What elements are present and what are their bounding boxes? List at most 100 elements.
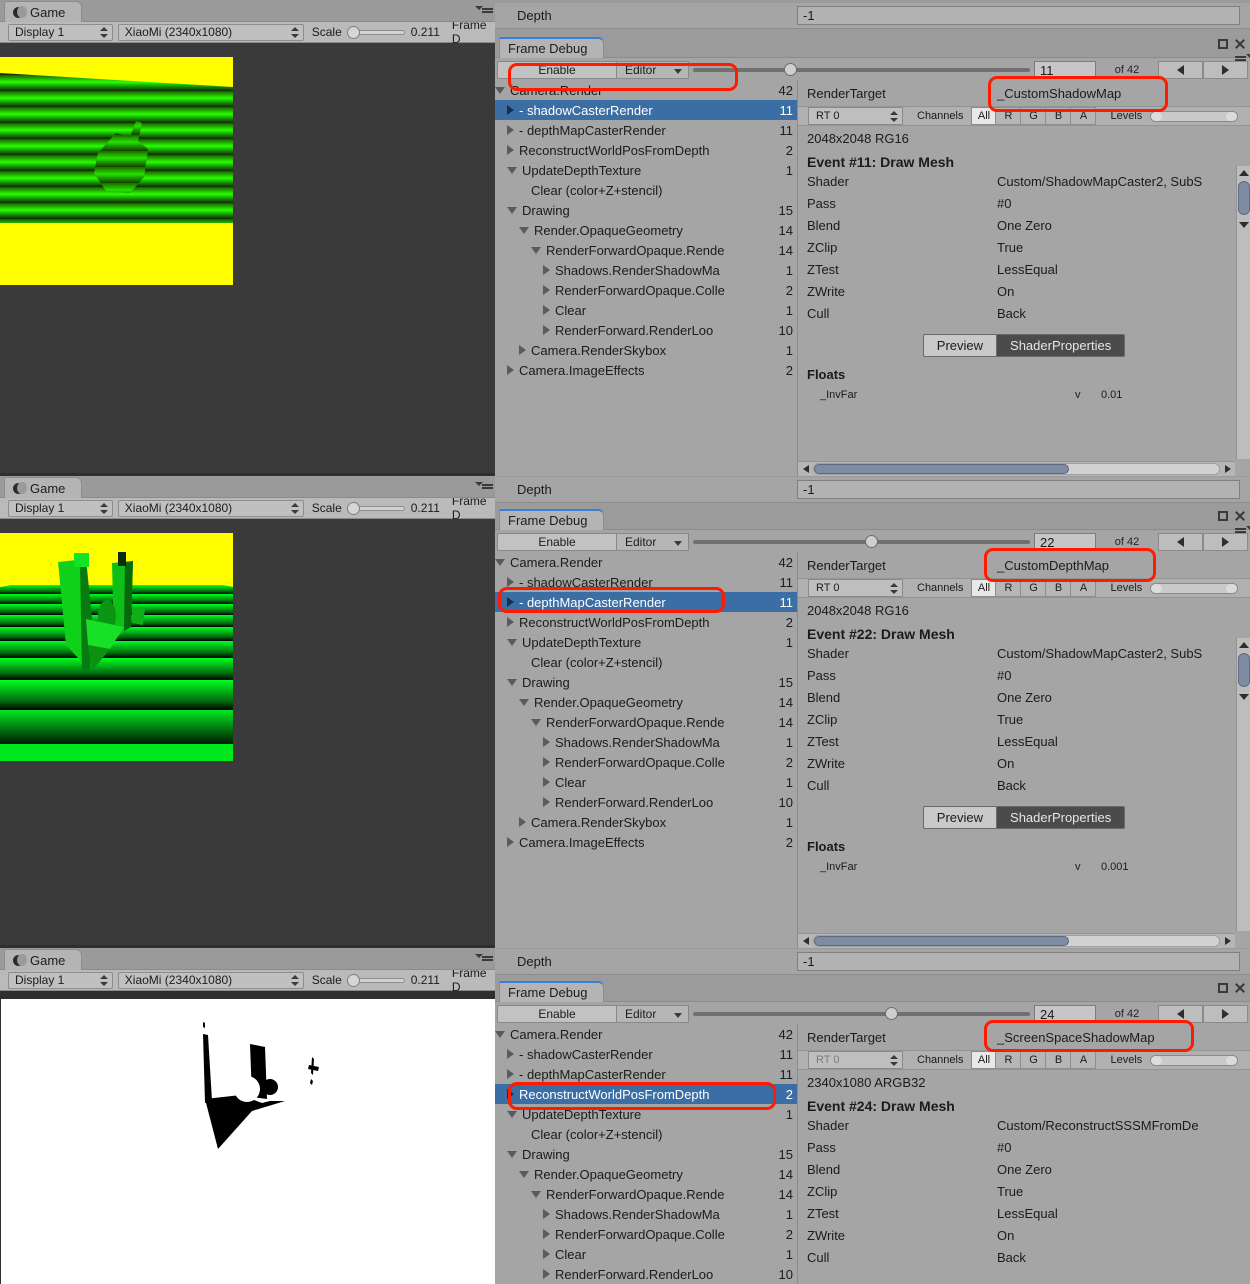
rt-selector-3[interactable]: RT 0 [808, 1051, 903, 1069]
tab-game-3[interactable]: Game [4, 949, 83, 970]
fd-enable-button-1[interactable]: Enable [497, 61, 617, 79]
tree-row[interactable]: Camera.RenderSkybox 1 [495, 340, 797, 360]
tab-frame-debug-1[interactable]: Frame Debug [499, 37, 605, 58]
tree-row[interactable]: - shadowCasterRender 11 [495, 1044, 797, 1064]
fd-event-number-1[interactable]: 11 [1034, 61, 1096, 79]
fd-target-dropdown-2[interactable]: Editor [617, 533, 689, 551]
channel-g-button-3[interactable]: G [1021, 1051, 1047, 1069]
detail-vscrollbar-1[interactable] [1236, 166, 1250, 459]
fd-next-event-button-1[interactable] [1203, 61, 1248, 79]
channel-r-button-3[interactable]: R [996, 1051, 1022, 1069]
levels-slider-3[interactable] [1150, 1054, 1239, 1066]
rt-selector-1[interactable]: RT 0 [808, 107, 903, 125]
fd-event-tree-2[interactable]: Camera.Render 42- shadowCasterRender 11- d… [495, 552, 798, 948]
chevron-down-icon[interactable] [495, 558, 505, 566]
chevron-right-icon[interactable] [543, 305, 550, 315]
fd-enable-button-2[interactable]: Enable [497, 533, 617, 551]
tree-row[interactable]: Render.OpaqueGeometry 14 [495, 692, 797, 712]
channel-b-button-3[interactable]: B [1046, 1051, 1072, 1069]
chevron-right-icon[interactable] [543, 737, 550, 747]
chevron-right-icon[interactable] [507, 577, 514, 587]
resolution-dropdown-2[interactable]: XiaoMi (2340x1080) [117, 499, 304, 517]
chevron-right-icon[interactable] [519, 345, 526, 355]
shaderproperties-tab-2[interactable]: ShaderProperties [997, 806, 1126, 829]
tree-row[interactable]: Camera.Render 42 [495, 80, 797, 100]
chevron-down-icon[interactable] [495, 86, 505, 94]
chevron-right-icon[interactable] [543, 757, 550, 767]
fd-target-dropdown-1[interactable]: Editor [617, 61, 689, 79]
tree-row[interactable]: Drawing 15 [495, 672, 797, 692]
chevron-down-icon[interactable] [531, 246, 541, 254]
panel-menu-icon[interactable] [475, 478, 493, 490]
scroll-down-icon[interactable] [1237, 218, 1250, 231]
chevron-right-icon[interactable] [519, 817, 526, 827]
tree-row[interactable]: Clear 1 [495, 772, 797, 792]
rt-selector-2[interactable]: RT 0 [808, 579, 903, 597]
scroll-up-icon[interactable] [1237, 638, 1250, 651]
tree-row[interactable]: Camera.ImageEffects 2 [495, 360, 797, 380]
fd-target-dropdown-3[interactable]: Editor [617, 1005, 689, 1023]
tree-row[interactable]: Camera.Render 42 [495, 1024, 797, 1044]
chevron-right-icon[interactable] [543, 325, 550, 335]
game-canvas-2[interactable] [0, 519, 497, 945]
tree-row[interactable]: ReconstructWorldPosFromDepth 2 [495, 140, 797, 160]
hscroll-track[interactable] [813, 463, 1220, 475]
tree-row[interactable]: Shadows.RenderShadowMa 1 [495, 732, 797, 752]
tab-game-1[interactable]: Game [4, 1, 83, 22]
scroll-left-icon[interactable] [798, 462, 813, 476]
scroll-right-icon[interactable] [1220, 934, 1235, 948]
detail-vscrollbar-2[interactable] [1236, 638, 1250, 931]
fd-window-buttons-2[interactable] [1218, 510, 1246, 522]
hscroll-thumb[interactable] [814, 464, 1070, 474]
chevron-down-icon[interactable] [519, 698, 529, 706]
chevron-right-icon[interactable] [507, 597, 514, 607]
tree-row[interactable]: - depthMapCasterRender 11 [495, 592, 797, 612]
scroll-left-icon[interactable] [798, 934, 813, 948]
tree-row[interactable]: RenderForwardOpaque.Colle 2 [495, 752, 797, 772]
tree-row[interactable]: Drawing 15 [495, 200, 797, 220]
fd-event-slider-2[interactable] [693, 533, 1030, 551]
chevron-down-icon[interactable] [507, 1110, 517, 1118]
chevron-down-icon[interactable] [507, 638, 517, 646]
maximize-icon[interactable] [1218, 39, 1228, 49]
tree-row[interactable]: Camera.RenderSkybox 1 [495, 812, 797, 832]
shaderproperties-tab-1[interactable]: ShaderProperties [997, 334, 1126, 357]
tree-row[interactable]: Shadows.RenderShadowMa 1 [495, 260, 797, 280]
tree-row[interactable]: Clear (color+Z+stencil) [495, 652, 797, 672]
fd-prev-event-button-1[interactable] [1158, 61, 1203, 79]
tree-row[interactable]: Camera.Render 42 [495, 552, 797, 572]
maximize-icon[interactable] [1218, 511, 1228, 521]
tree-row[interactable]: Clear (color+Z+stencil) [495, 180, 797, 200]
depth-value-field[interactable]: -1 [797, 6, 1240, 25]
chevron-right-icon[interactable] [507, 365, 514, 375]
tree-row[interactable]: Clear 1 [495, 300, 797, 320]
chevron-down-icon[interactable] [507, 166, 517, 174]
close-icon[interactable] [1234, 510, 1246, 522]
maximize-icon[interactable] [1218, 983, 1228, 993]
vscroll-thumb[interactable] [1238, 653, 1250, 687]
tree-row[interactable]: Render.OpaqueGeometry 14 [495, 220, 797, 240]
tree-row[interactable]: - shadowCasterRender 11 [495, 572, 797, 592]
tree-row[interactable]: Render.OpaqueGeometry 14 [495, 1164, 797, 1184]
game-canvas-3[interactable] [0, 991, 497, 1284]
fd-event-tree-3[interactable]: Camera.Render 42- shadowCasterRender 11- d… [495, 1024, 798, 1284]
channel-a-button-1[interactable]: A [1071, 107, 1097, 125]
tree-row[interactable]: RenderForwardOpaque.Rende 14 [495, 240, 797, 260]
tree-row[interactable]: - depthMapCasterRender 11 [495, 120, 797, 140]
scale-slider-2[interactable] [346, 501, 405, 515]
tab-frame-debug-3[interactable]: Frame Debug [499, 981, 605, 1002]
preview-tab-2[interactable]: Preview [922, 806, 998, 829]
panel-window-buttons-1[interactable] [475, 2, 493, 14]
chevron-down-icon[interactable] [519, 1170, 529, 1178]
chevron-right-icon[interactable] [543, 1269, 550, 1279]
resolution-dropdown-3[interactable]: XiaoMi (2340x1080) [117, 971, 304, 989]
tree-row[interactable]: Clear 1 [495, 1244, 797, 1264]
display-dropdown-2[interactable]: Display 1 [8, 499, 113, 517]
channel-a-button-2[interactable]: A [1071, 579, 1097, 597]
hscroll-thumb[interactable] [814, 936, 1070, 946]
tree-row[interactable]: RenderForwardOpaque.Colle 2 [495, 280, 797, 300]
tree-row[interactable]: RenderForwardOpaque.Rende 14 [495, 712, 797, 732]
channel-b-button-1[interactable]: B [1046, 107, 1072, 125]
channel-r-button-1[interactable]: R [996, 107, 1022, 125]
scroll-up-icon[interactable] [1237, 166, 1250, 179]
